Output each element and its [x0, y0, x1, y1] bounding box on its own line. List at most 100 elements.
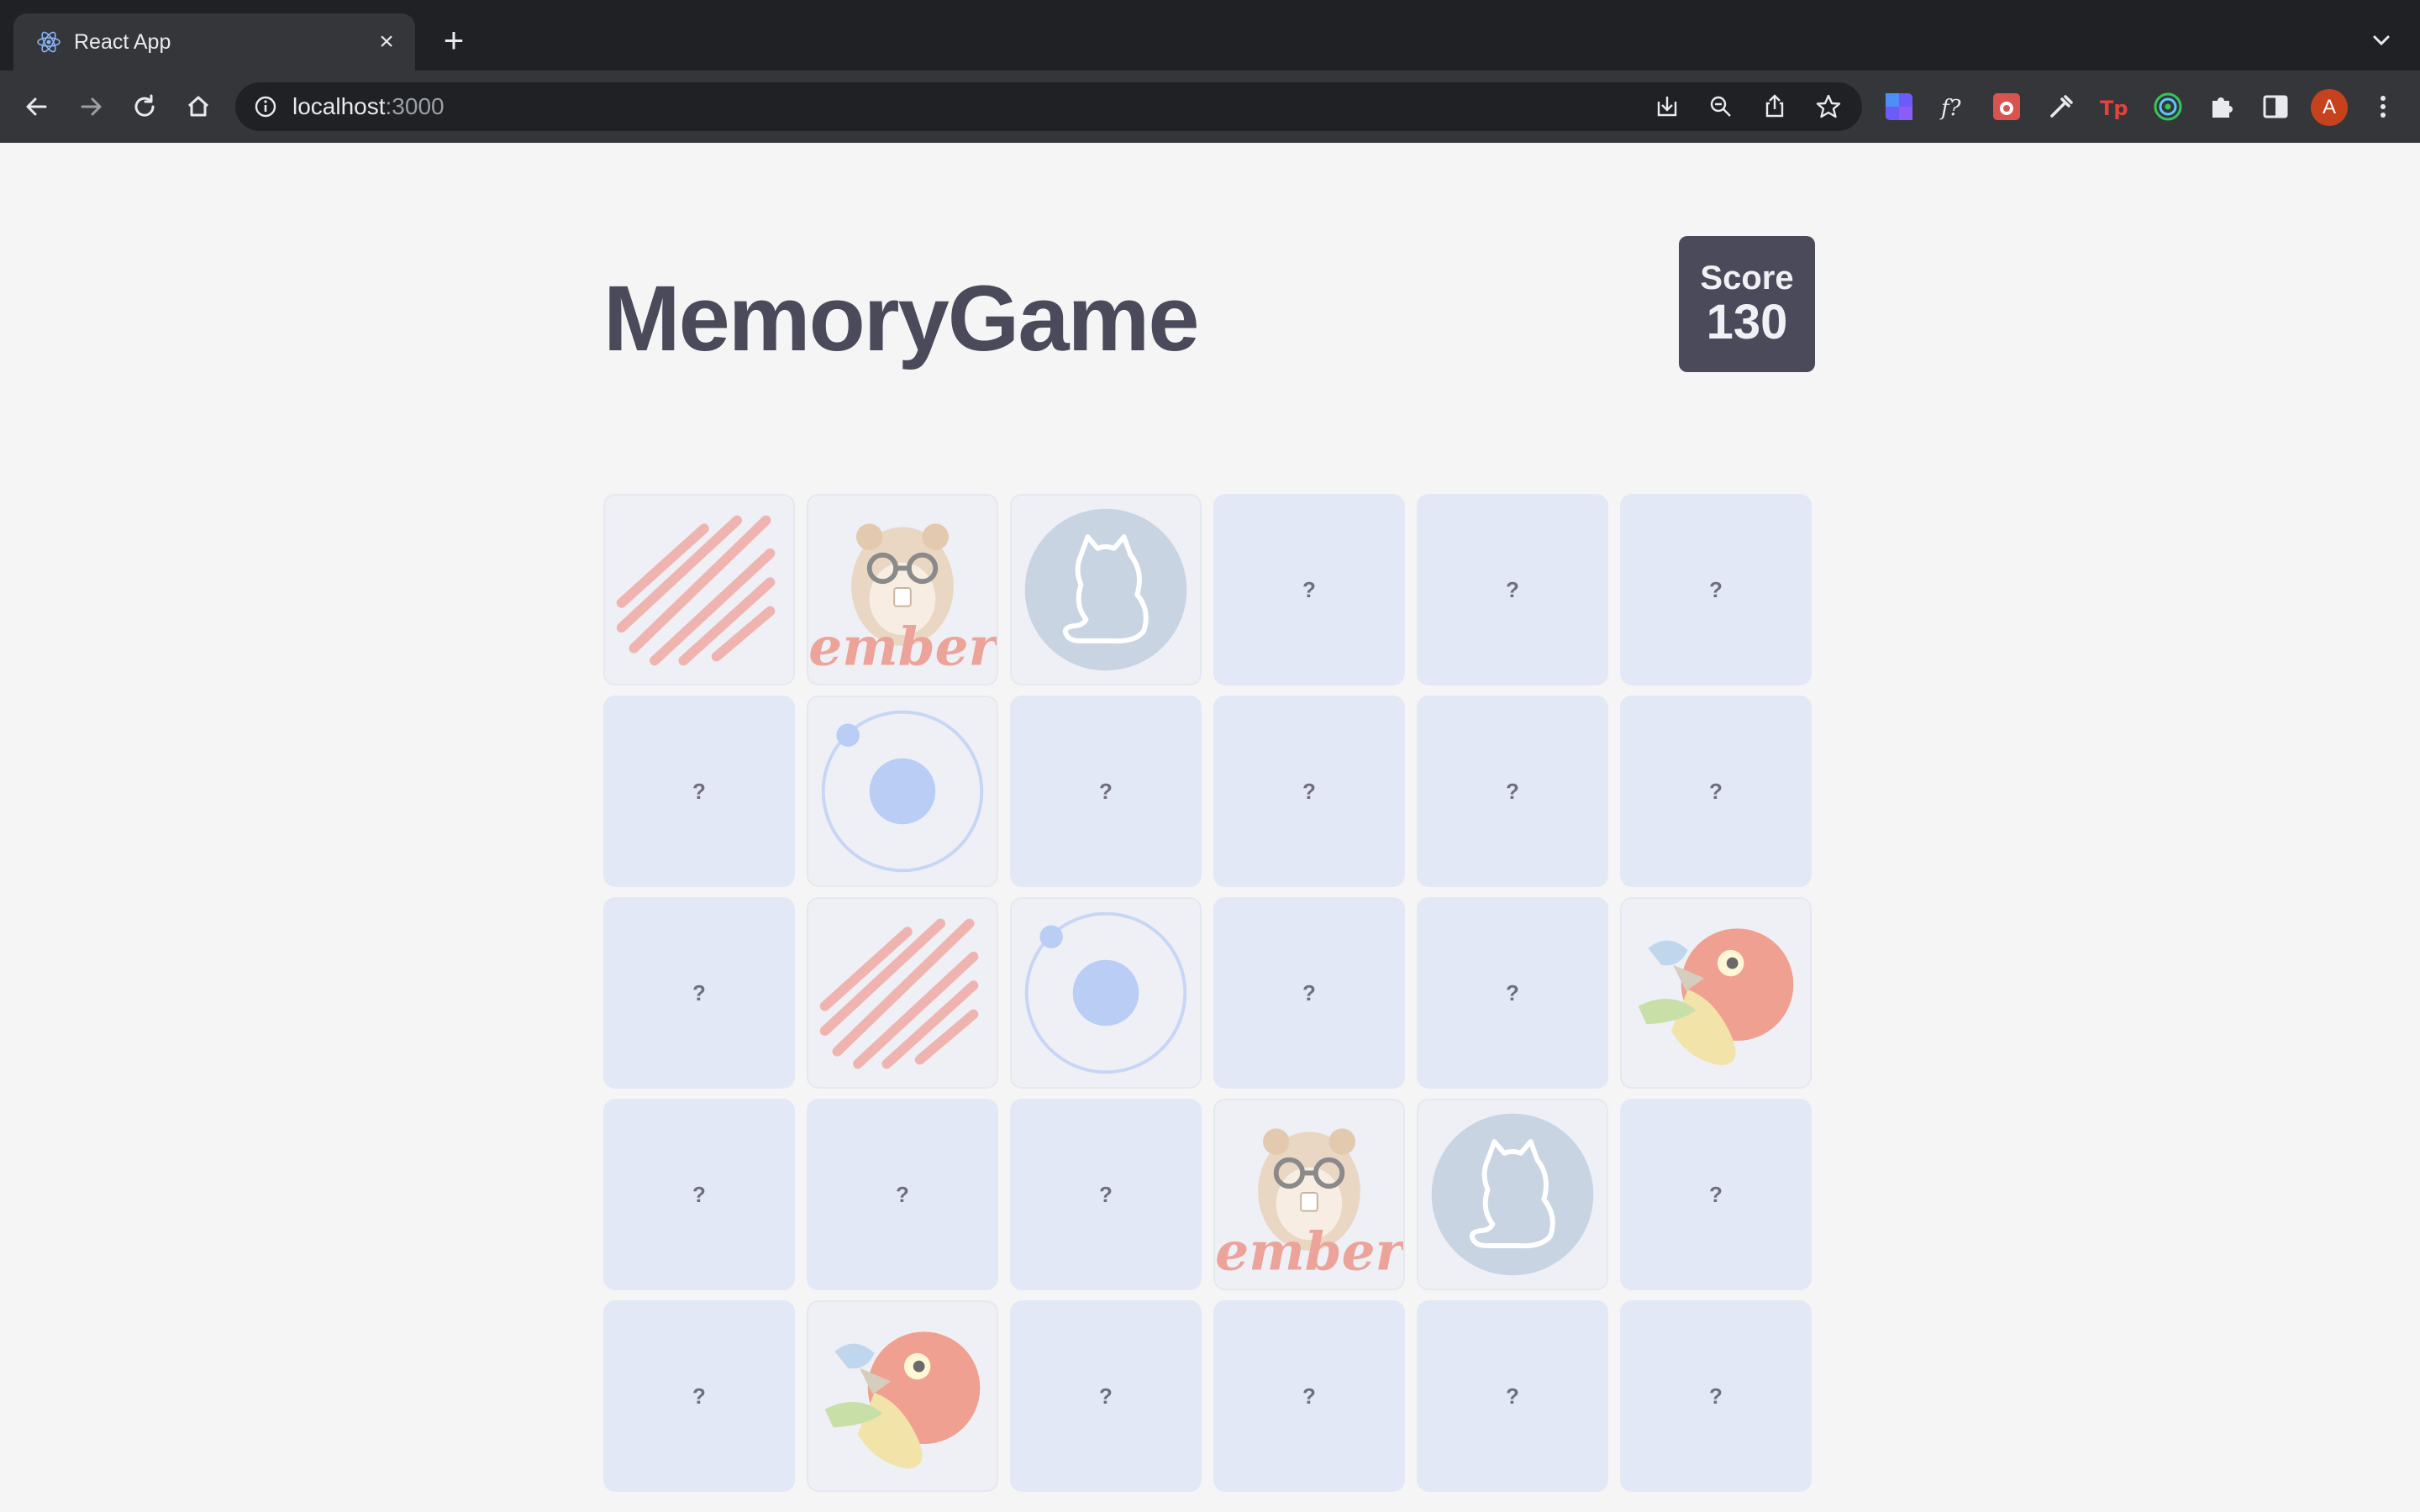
card-question-mark: ?: [1099, 1383, 1113, 1409]
card-grid: ember ???? ????? ?? ??? ember ? ? ? ? ? …: [603, 494, 1817, 1492]
score-value: 130: [1706, 295, 1788, 349]
card-question-mark: ?: [1709, 1383, 1723, 1409]
card-question-mark: ?: [1302, 577, 1316, 602]
url-text: localhost:3000: [292, 93, 445, 120]
memory-card-hidden[interactable]: ?: [1620, 1099, 1812, 1290]
eyedropper-ext-icon[interactable]: [2044, 90, 2077, 123]
memory-card-hidden[interactable]: ?: [603, 897, 795, 1089]
memory-card-hidden[interactable]: ?: [1620, 494, 1812, 685]
memory-card-revealed[interactable]: [1010, 494, 1202, 685]
github-octocat-icon: [1431, 1113, 1594, 1276]
tab-title: React App: [74, 30, 171, 54]
memory-card-revealed[interactable]: ember: [1213, 1099, 1405, 1290]
score-label: Score: [1700, 260, 1794, 297]
ember-hamster-icon: ember: [808, 523, 997, 677]
tab-strip: React App × +: [0, 0, 2420, 71]
browser-tab[interactable]: React App ×: [13, 13, 415, 71]
card-question-mark: ?: [692, 1383, 706, 1409]
card-question-mark: ?: [1302, 1383, 1316, 1409]
memory-card-hidden[interactable]: ?: [1417, 897, 1608, 1089]
slashes-logo-icon: [616, 515, 776, 666]
browser-toolbar: localhost:3000 f? Tp: [0, 71, 2420, 143]
memory-card-hidden[interactable]: ?: [1417, 1300, 1608, 1492]
card-question-mark: ?: [1709, 577, 1723, 602]
memory-card-hidden[interactable]: ?: [807, 1099, 998, 1290]
fx-ext-icon[interactable]: f?: [1936, 90, 1970, 123]
target-ext-icon[interactable]: [2151, 90, 2185, 123]
home-icon[interactable]: [180, 88, 217, 125]
svg-text:ember: ember: [808, 615, 997, 677]
card-question-mark: ?: [1709, 1182, 1723, 1207]
sidepanel-icon[interactable]: [2259, 90, 2292, 123]
bower-bird-icon: [1638, 928, 1794, 1066]
memory-card-hidden[interactable]: ?: [603, 1300, 795, 1492]
zoom-out-icon[interactable]: [1706, 92, 1736, 122]
ionic-orbit-icon: [1024, 911, 1187, 1074]
new-tab-button[interactable]: +: [435, 22, 472, 59]
card-question-mark: ?: [1099, 779, 1113, 804]
ionic-orbit-icon: [821, 710, 984, 873]
memory-card-hidden[interactable]: ?: [1213, 494, 1405, 685]
svg-text:ember: ember: [1215, 1220, 1403, 1282]
info-icon[interactable]: [252, 93, 279, 120]
install-app-icon[interactable]: [1652, 92, 1682, 122]
address-bar[interactable]: localhost:3000: [235, 82, 1862, 131]
card-question-mark: ?: [1302, 980, 1316, 1005]
memory-card-hidden[interactable]: ?: [1213, 897, 1405, 1089]
memory-card-hidden[interactable]: ?: [1213, 1300, 1405, 1492]
card-question-mark: ?: [692, 779, 706, 804]
chevron-down-icon[interactable]: [2366, 25, 2396, 55]
memory-card-revealed[interactable]: ember: [807, 494, 998, 685]
url-host: localhost: [292, 93, 386, 119]
close-icon[interactable]: ×: [373, 29, 400, 55]
reload-icon[interactable]: [126, 88, 163, 125]
card-question-mark: ?: [1506, 779, 1519, 804]
memory-card-hidden[interactable]: ?: [1620, 696, 1812, 887]
memory-card-revealed[interactable]: [807, 897, 998, 1089]
card-question-mark: ?: [1099, 1182, 1113, 1207]
tp-ext-icon[interactable]: Tp: [2097, 90, 2131, 123]
star-icon[interactable]: [1813, 92, 1844, 122]
card-question-mark: ?: [1506, 980, 1519, 1005]
memory-card-hidden[interactable]: ?: [603, 1099, 795, 1290]
page-content: MemoryGame Score 130 ember ???? ? ? ? ? …: [0, 143, 2420, 1512]
memory-card-hidden[interactable]: ?: [1417, 494, 1608, 685]
memory-card-revealed[interactable]: [807, 1300, 998, 1492]
memory-card-hidden[interactable]: ?: [1010, 1300, 1202, 1492]
bower-bird-icon: [824, 1331, 981, 1469]
memory-card-revealed[interactable]: [807, 696, 998, 887]
svg-text:f?: f?: [1939, 96, 1962, 121]
slashes-logo-icon: [819, 918, 979, 1069]
bug-ext-icon[interactable]: [1990, 90, 2023, 123]
page-title: MemoryGame: [603, 267, 1200, 370]
memory-card-hidden[interactable]: ?: [1010, 1099, 1202, 1290]
memory-card-hidden[interactable]: ?: [1620, 1300, 1812, 1492]
share-icon[interactable]: [1760, 92, 1790, 122]
memory-card-revealed[interactable]: [1620, 897, 1812, 1089]
puzzle-icon[interactable]: [2205, 90, 2238, 123]
svg-text:Tp: Tp: [2100, 97, 2128, 120]
memory-card-hidden[interactable]: ?: [603, 696, 795, 887]
card-question-mark: ?: [896, 1182, 909, 1207]
back-arrow-icon[interactable]: [18, 88, 55, 125]
card-question-mark: ?: [1709, 779, 1723, 804]
memory-card-hidden[interactable]: ?: [1213, 696, 1405, 887]
more-menu-icon[interactable]: [2366, 90, 2400, 123]
github-octocat-icon: [1024, 508, 1187, 671]
memory-card-hidden[interactable]: ?: [1010, 696, 1202, 887]
score-box: Score 130: [1679, 236, 1815, 372]
memory-card-hidden[interactable]: ?: [1417, 696, 1608, 887]
memory-card-revealed[interactable]: [1010, 897, 1202, 1089]
card-question-mark: ?: [692, 1182, 706, 1207]
memory-card-revealed[interactable]: [1417, 1099, 1608, 1290]
react-icon: [37, 31, 60, 53]
url-port: :3000: [385, 93, 445, 119]
avatar[interactable]: A: [2311, 89, 2348, 126]
card-question-mark: ?: [1302, 779, 1316, 804]
card-question-mark: ?: [1506, 1383, 1519, 1409]
tailwind-ext-icon[interactable]: [1882, 90, 1916, 123]
forward-arrow-icon[interactable]: [72, 88, 109, 125]
memory-card-revealed[interactable]: [603, 494, 795, 685]
card-question-mark: ?: [692, 980, 706, 1005]
card-question-mark: ?: [1506, 577, 1519, 602]
